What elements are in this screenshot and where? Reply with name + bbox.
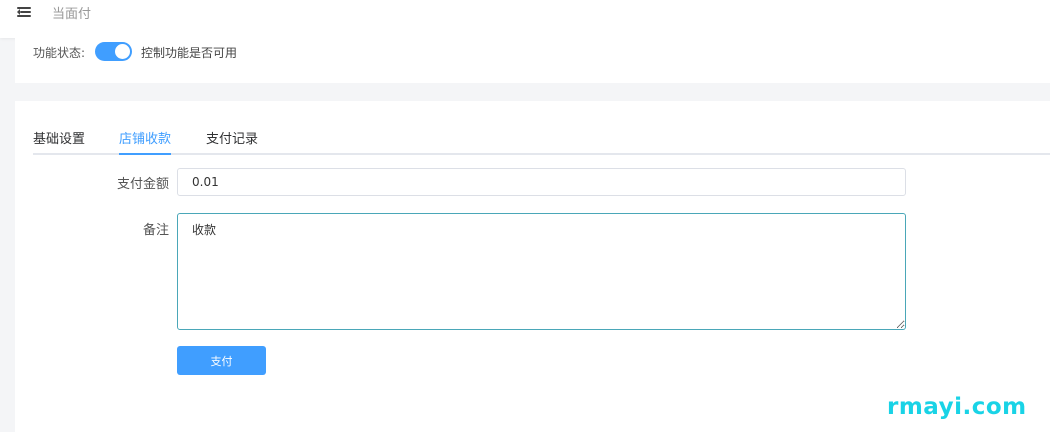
status-label: 功能状态: <box>33 46 86 60</box>
watermark: rmayi.com <box>887 394 1027 420</box>
tab-bar: 基础设置 店铺收款 支付记录 <box>33 125 1050 155</box>
amount-input[interactable] <box>177 168 906 196</box>
note-label: 备注 <box>142 223 169 238</box>
menu-fold-icon[interactable] <box>17 5 33 19</box>
status-description: 控制功能是否可用 <box>141 46 238 60</box>
note-textarea[interactable]: 收款 <box>177 213 906 330</box>
status-card: 功能状态: 控制功能是否可用 <box>15 38 1050 83</box>
page-title: 当面付 <box>52 7 92 22</box>
tab-store-collection[interactable]: 店铺收款 <box>119 128 171 147</box>
top-bar: 当面付 <box>0 0 1050 38</box>
active-tab-indicator <box>119 153 171 155</box>
tab-basic-settings[interactable]: 基础设置 <box>33 128 85 147</box>
tab-payment-records[interactable]: 支付记录 <box>206 128 258 147</box>
status-toggle-switch[interactable] <box>95 42 132 61</box>
pay-button[interactable]: 支付 <box>177 346 266 375</box>
amount-label: 支付金额 <box>116 177 169 192</box>
payment-card: 基础设置 店铺收款 支付记录 支付金额 备注 收款 支付 <box>15 101 1050 432</box>
